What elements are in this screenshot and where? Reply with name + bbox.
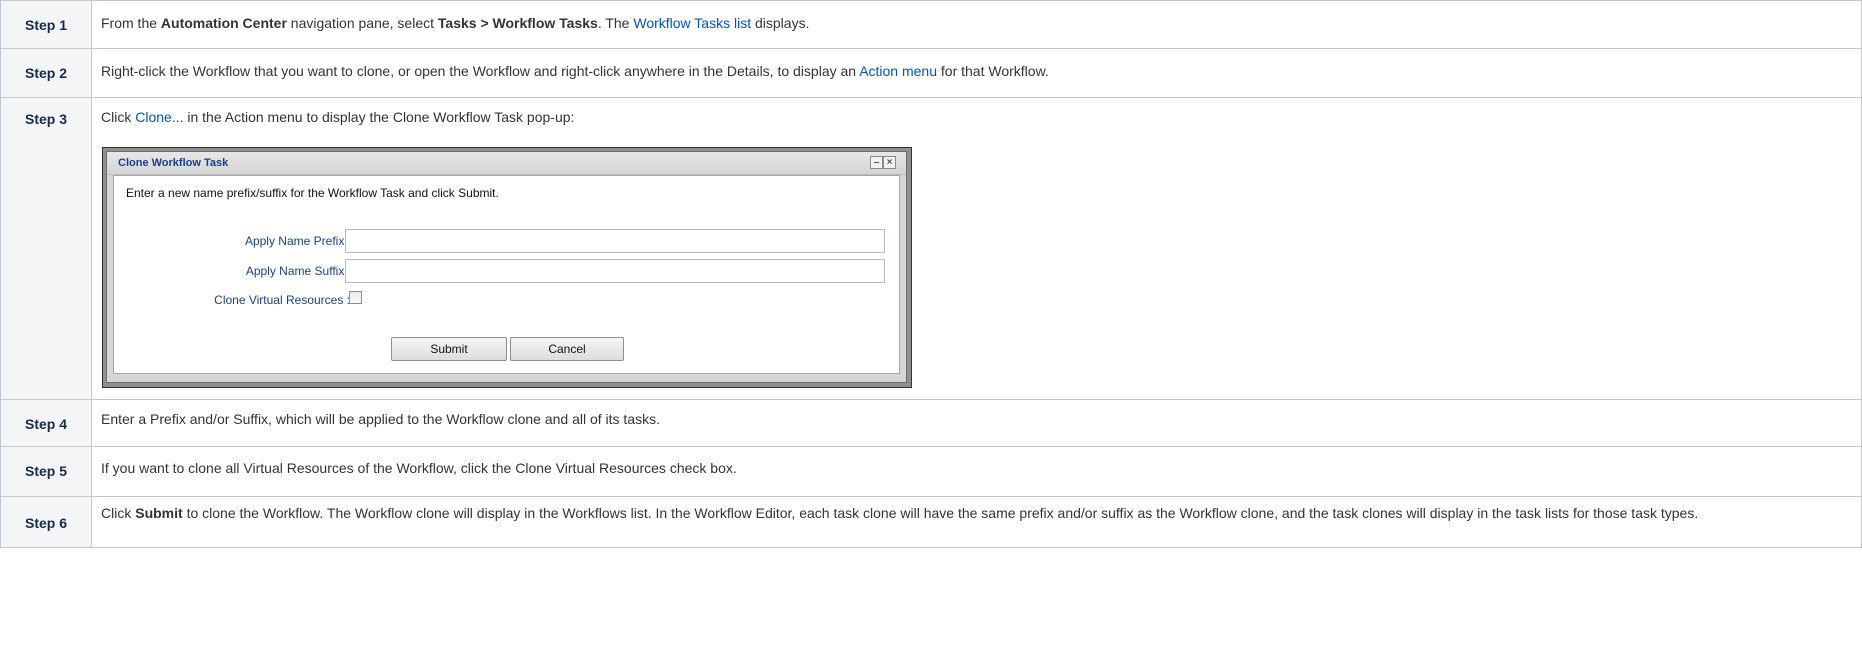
close-icon[interactable]: × (883, 156, 896, 169)
text-run: displays. (751, 15, 810, 31)
step-label-cell: Step 3 (0, 97, 92, 400)
step-row-1: Step 1 From the Automation Center naviga… (0, 0, 1862, 49)
clone-workflow-dialog-screenshot: Clone Workflow Task – × Enter a new name… (102, 147, 912, 388)
step-description: Enter a Prefix and/or Suffix, which will… (91, 399, 1862, 447)
step-row-2: Step 2 Right-click the Workflow that you… (0, 48, 1862, 98)
step-row-4: Step 4 Enter a Prefix and/or Suffix, whi… (0, 399, 1862, 447)
submit-button[interactable]: Submit (391, 337, 507, 361)
suffix-input[interactable] (345, 259, 885, 283)
bold-term: Submit (135, 505, 183, 521)
doc-link[interactable]: Action menu (859, 63, 937, 79)
cancel-button[interactable]: Cancel (510, 337, 624, 361)
prefix-label: Apply Name Prefix : (244, 234, 351, 248)
text-run: Right-click the Workflow that you want t… (101, 63, 860, 79)
doc-link[interactable]: Workflow Tasks list (633, 15, 751, 31)
clone-workflow-dialog: Clone Workflow Task – × Enter a new name… (106, 151, 907, 383)
step-label: Step 4 (25, 416, 68, 432)
step-text: Enter a Prefix and/or Suffix, which will… (101, 400, 1861, 428)
text-run: Click (101, 109, 136, 125)
step-description: If you want to clone all Virtual Resourc… (91, 446, 1862, 497)
step-label-cell: Step 1 (0, 0, 92, 49)
virtual-resources-label: Clone Virtual Resources : (214, 293, 350, 307)
step-label-cell: Step 2 (0, 48, 92, 98)
doc-link[interactable]: Clone... (135, 109, 183, 125)
virtual-resources-row: Clone Virtual Resources : (114, 288, 899, 312)
dialog-body: Enter a new name prefix/suffix for the W… (113, 175, 900, 374)
step-label: Step 1 (25, 17, 68, 33)
minimize-icon[interactable]: – (870, 156, 883, 169)
suffix-row: Apply Name Suffix : (114, 259, 899, 283)
step-text: Click Submit to clone the Workflow. The … (101, 497, 1861, 522)
steps-table: Step 1 From the Automation Center naviga… (0, 0, 1862, 548)
step-text: From the Automation Center navigation pa… (101, 1, 1861, 32)
clone-virtual-resources-checkbox[interactable] (349, 291, 362, 304)
step-label-cell: Step 4 (0, 399, 92, 447)
suffix-label: Apply Name Suffix : (245, 264, 351, 278)
step-label-cell: Step 6 (0, 496, 92, 548)
step-text: If you want to clone all Virtual Resourc… (101, 447, 1861, 477)
text-run: Click (101, 505, 136, 521)
text-run: . The (597, 15, 634, 31)
text-run: navigation pane, select (286, 15, 438, 31)
step-description: Click Clone... in the Action menu to dis… (91, 97, 1862, 400)
step-row-3: Step 3 Click Clone... in the Action menu… (0, 97, 1862, 400)
prefix-row: Apply Name Prefix : (114, 229, 899, 253)
text-run: If you want to clone all Virtual Resourc… (101, 460, 737, 476)
prefix-input[interactable] (345, 229, 885, 253)
step-description: Click Submit to clone the Workflow. The … (91, 496, 1862, 548)
step-label-cell: Step 5 (0, 446, 92, 497)
step-label: Step 6 (25, 515, 68, 531)
bold-term: Tasks > Workflow Tasks (437, 15, 598, 31)
dialog-message: Enter a new name prefix/suffix for the W… (126, 186, 499, 200)
step-row-6: Step 6 Click Submit to clone the Workflo… (0, 496, 1862, 548)
step-label: Step 5 (25, 463, 68, 479)
step-description: From the Automation Center navigation pa… (91, 0, 1862, 49)
step-text: Click Clone... in the Action menu to dis… (101, 98, 1861, 126)
bold-term: Automation Center (160, 15, 287, 31)
text-run: to clone the Workflow. The Workflow clon… (182, 505, 1699, 521)
text-run: Enter a Prefix and/or Suffix, which will… (101, 411, 660, 427)
dialog-title-bar: Clone Workflow Task – × (107, 152, 906, 175)
text-run: for that Workflow. (937, 63, 1049, 79)
step-label: Step 3 (25, 111, 68, 127)
dialog-title: Clone Workflow Task (118, 157, 229, 169)
step-text: Right-click the Workflow that you want t… (101, 49, 1861, 80)
step-row-5: Step 5 If you want to clone all Virtual … (0, 446, 1862, 497)
dialog-window-buttons: – × (870, 156, 896, 169)
text-run: From the (101, 15, 161, 31)
step-label: Step 2 (25, 65, 68, 81)
text-run: in the Action menu to display the Clone … (183, 109, 575, 125)
step-description: Right-click the Workflow that you want t… (91, 48, 1862, 98)
